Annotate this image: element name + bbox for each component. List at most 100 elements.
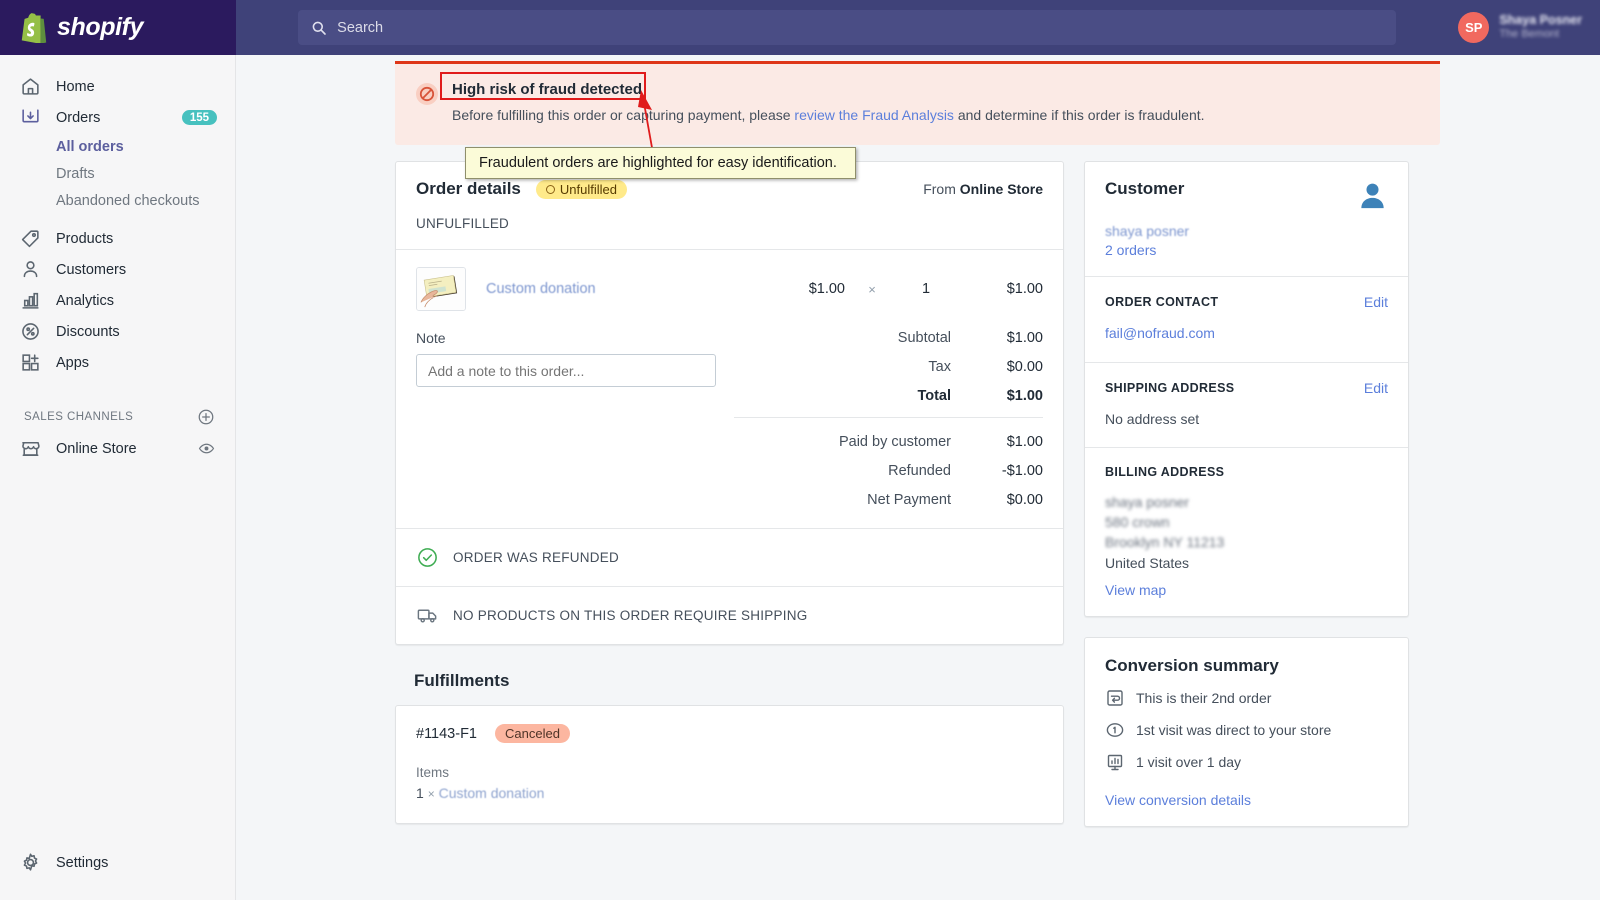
truck-icon xyxy=(416,604,439,627)
search-area: Search xyxy=(236,10,1458,45)
order-source: From Online Store xyxy=(923,181,1043,197)
sidebar-item-orders[interactable]: Orders 155 xyxy=(8,102,227,133)
edit-shipping-address-link[interactable]: Edit xyxy=(1364,380,1388,396)
note-input[interactable] xyxy=(416,354,716,387)
left-column: Order details Unfulfilled From Online St… xyxy=(395,161,1064,827)
sidebar-subitem-label: Abandoned checkouts xyxy=(56,193,200,209)
eye-icon[interactable] xyxy=(198,440,215,457)
payment-row: Refunded -$1.00 xyxy=(734,463,1043,479)
search-input[interactable]: Search xyxy=(298,10,1396,45)
refund-status-row: ORDER WAS REFUNDED xyxy=(396,529,1063,586)
shopify-logo[interactable]: shopify xyxy=(0,0,236,55)
conversion-row-visits: 1 visit over 1 day xyxy=(1085,740,1408,772)
sidebar: Home Orders 155 All orders Drafts Abando… xyxy=(0,55,236,900)
view-conversion-details-link[interactable]: View conversion details xyxy=(1085,772,1408,826)
avatar: SP xyxy=(1458,12,1489,43)
sidebar-subitem-label: Drafts xyxy=(56,166,95,182)
shipping-address-value: No address set xyxy=(1085,396,1408,447)
banner-title: High risk of fraud detected xyxy=(452,81,642,98)
order-contact-email: fail@nofraud.com xyxy=(1085,310,1408,361)
home-icon xyxy=(20,76,41,97)
email-link[interactable]: fail@nofraud.com xyxy=(1105,325,1215,341)
customer-name-link[interactable]: shaya posner xyxy=(1085,210,1408,239)
annotation-tooltip-text: Fraudulent orders are highlighted for ea… xyxy=(479,155,837,171)
percent-icon xyxy=(20,321,41,342)
user-name: Shaya Posner xyxy=(1499,13,1582,29)
note-section: Note xyxy=(416,330,716,508)
product-name-link[interactable]: Custom donation xyxy=(486,281,596,297)
sidebar-item-apps[interactable]: Apps xyxy=(8,347,227,378)
add-channel-icon[interactable] xyxy=(197,408,215,426)
fulfillment-card: #1143-F1 Canceled Items 1 × Custom donat… xyxy=(395,705,1064,824)
order-source-prefix: From xyxy=(923,181,960,197)
totals-value: $1.00 xyxy=(951,388,1043,404)
customer-orders-link[interactable]: 2 orders xyxy=(1085,239,1408,276)
sidebar-subitem-all-orders[interactable]: All orders xyxy=(8,133,227,160)
order-contact-title: ORDER CONTACT xyxy=(1105,295,1218,309)
payment-row: Net Payment $0.00 xyxy=(734,492,1043,508)
page-title: Order details xyxy=(416,179,521,199)
annotation-tooltip: Fraudulent orders are highlighted for ea… xyxy=(465,147,856,179)
divider xyxy=(734,417,1043,418)
shipping-address-header: SHIPPING ADDRESS Edit xyxy=(1085,363,1408,396)
tag-icon xyxy=(20,228,41,249)
conversion-row-first-visit: 1st visit was direct to your store xyxy=(1085,708,1408,740)
totals-label: Tax xyxy=(928,359,951,375)
user-info: Shaya Posner The Bemont xyxy=(1499,13,1582,42)
fulfillments-heading: Fulfillments xyxy=(414,671,1064,691)
line-total: $1.00 xyxy=(953,281,1043,297)
note-and-totals: Note Subtotal $1.00 Tax $0.00 xyxy=(396,328,1063,528)
product-thumbnail xyxy=(416,267,466,311)
fraud-risk-banner: High risk of fraud detected Before fulfi… xyxy=(395,61,1440,145)
order-contact-header: ORDER CONTACT Edit xyxy=(1085,277,1408,310)
edit-order-contact-link[interactable]: Edit xyxy=(1364,294,1388,310)
top-bar: shopify Search SP Shaya Posner The Bemon… xyxy=(0,0,1600,55)
totals-value: $0.00 xyxy=(951,359,1043,375)
order-line-item: Custom donation $1.00 × 1 $1.00 xyxy=(396,250,1063,328)
brand-name: shopify xyxy=(57,13,143,42)
sidebar-item-analytics[interactable]: Analytics xyxy=(8,285,227,316)
sidebar-item-label: Customers xyxy=(56,262,126,278)
bar-chart-icon xyxy=(20,290,41,311)
conversion-row-text: This is their 2nd order xyxy=(1136,690,1271,706)
sidebar-item-online-store[interactable]: Online Store xyxy=(8,433,227,464)
gear-icon xyxy=(20,852,41,873)
sidebar-item-home[interactable]: Home xyxy=(8,71,227,102)
banner-text-block: High risk of fraud detected Before fulfi… xyxy=(452,81,1205,125)
user-menu[interactable]: SP Shaya Posner The Bemont xyxy=(1458,12,1600,43)
fulfillment-item-name[interactable]: Custom donation xyxy=(439,785,545,801)
sidebar-subitem-drafts[interactable]: Drafts xyxy=(8,160,227,187)
repeat-order-icon xyxy=(1105,688,1125,708)
order-details-card: Order details Unfulfilled From Online St… xyxy=(395,161,1064,645)
sidebar-item-settings[interactable]: Settings xyxy=(8,847,227,878)
sidebar-item-label: Products xyxy=(56,231,113,247)
sales-channels-header: SALES CHANNELS xyxy=(0,405,235,429)
fraud-analysis-link[interactable]: review the Fraud Analysis xyxy=(794,107,954,123)
sidebar-subitem-abandoned-checkouts[interactable]: Abandoned checkouts xyxy=(8,187,227,214)
fulfillment-id: #1143-F1 xyxy=(416,726,477,742)
view-map-link[interactable]: View map xyxy=(1085,573,1408,616)
fulfillment-items-label: Items xyxy=(396,743,1063,785)
payment-value: $1.00 xyxy=(951,434,1043,450)
totals-section: Subtotal $1.00 Tax $0.00 Total $1.00 xyxy=(734,330,1043,508)
visit-chart-icon xyxy=(1105,752,1125,772)
totals-label: Total xyxy=(917,388,951,404)
banner-body-after: and determine if this order is fraudulen… xyxy=(954,107,1205,123)
sidebar-item-label: Home xyxy=(56,79,95,95)
fulfillment-status-label: UNFULFILLED xyxy=(396,199,1063,249)
customer-header: Customer xyxy=(1085,162,1408,210)
fulfillment-item-row: 1 × Custom donation xyxy=(396,785,1063,823)
sidebar-item-discounts[interactable]: Discounts xyxy=(8,316,227,347)
multiply-symbol: × xyxy=(845,282,899,297)
payment-label: Net Payment xyxy=(867,492,951,508)
apps-icon xyxy=(20,352,41,373)
sidebar-item-products[interactable]: Products xyxy=(8,223,227,254)
sidebar-item-customers[interactable]: Customers xyxy=(8,254,227,285)
sales-channels-title: SALES CHANNELS xyxy=(24,411,133,423)
first-visit-icon xyxy=(1105,720,1125,740)
orders-count-badge: 155 xyxy=(182,110,217,125)
billing-country: United States xyxy=(1105,553,1388,573)
totals-value: $1.00 xyxy=(951,330,1043,346)
payment-label: Paid by customer xyxy=(839,434,951,450)
refund-status-label: ORDER WAS REFUNDED xyxy=(453,550,619,565)
